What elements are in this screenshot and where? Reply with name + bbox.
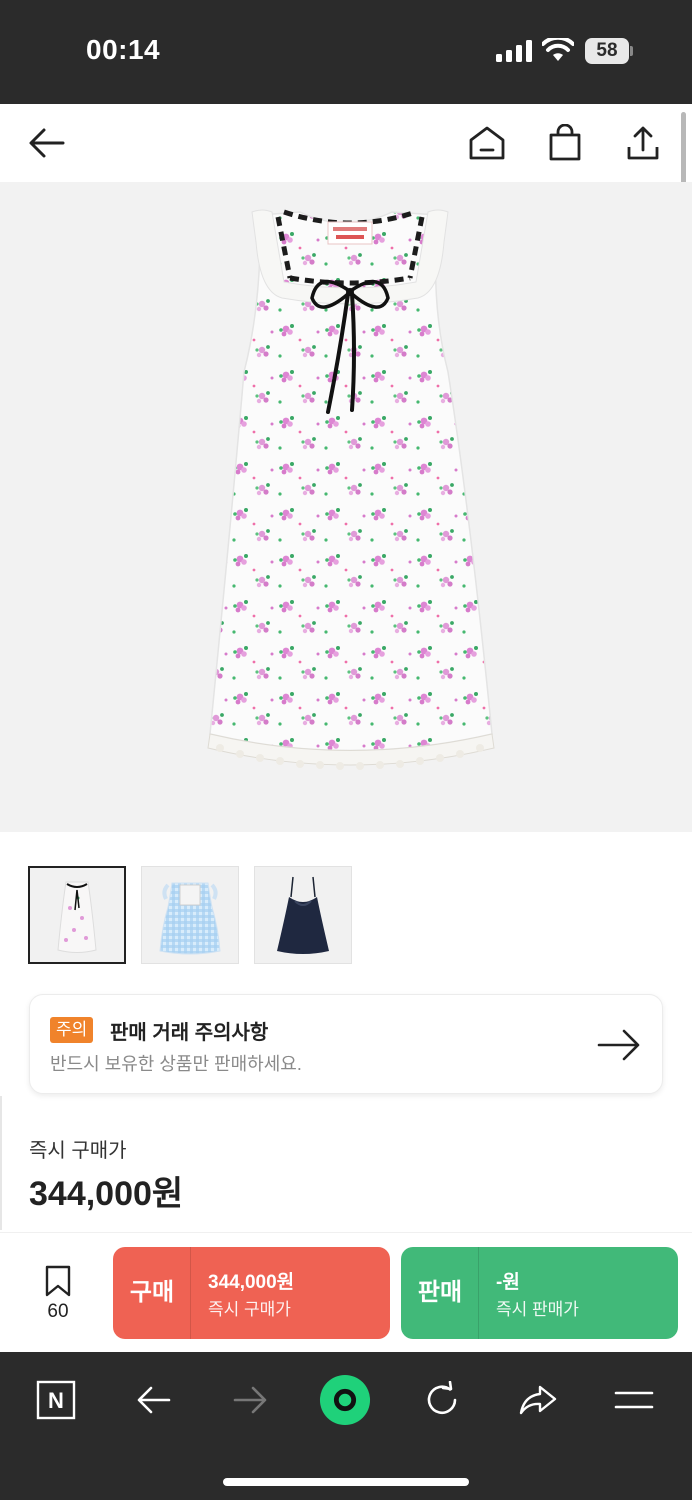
divider	[478, 1247, 479, 1339]
instant-buy-price: 344,000원	[29, 1175, 184, 1213]
top-app-bar	[0, 104, 692, 182]
sell-label: 판매	[417, 1279, 463, 1306]
status-time: 00:14	[86, 34, 161, 65]
thumbnail-item[interactable]	[141, 866, 239, 964]
buy-price: 344,000원	[208, 1272, 295, 1293]
divider	[190, 1247, 191, 1339]
sell-price: -원	[496, 1272, 520, 1293]
cellular-signal-icon	[496, 40, 532, 62]
bookmark-button[interactable]: 60	[28, 1265, 88, 1325]
product-page: 00:14 58 주의 판매 거래 주의사항 반드시 보유한 상품만 판매하세요…	[0, 0, 692, 1500]
dress-illustration	[207, 209, 495, 770]
reload-icon	[427, 1381, 457, 1415]
arrow-left-icon	[29, 128, 65, 158]
naver-n-label: N	[48, 1388, 64, 1413]
cart-button[interactable]	[542, 120, 588, 166]
green-dot-icon	[319, 1374, 371, 1426]
bookmark-icon	[45, 1265, 71, 1297]
sell-price-caption: 즉시 판매가	[496, 1300, 579, 1319]
navy-dress-thumbnail	[277, 876, 329, 954]
bookmark-count: 60	[47, 1301, 69, 1322]
browser-forward-button[interactable]	[224, 1374, 276, 1426]
battery-tip	[630, 46, 633, 56]
divider	[0, 1096, 2, 1230]
share-button[interactable]	[620, 120, 666, 166]
share-icon	[627, 126, 659, 160]
status-bar: 00:14 58	[0, 0, 692, 104]
menu-button[interactable]	[608, 1374, 660, 1426]
battery-indicator: 58	[585, 38, 629, 64]
notice-subtitle: 반드시 보유한 상품만 판매하세요.	[50, 1054, 302, 1074]
buy-label: 구매	[129, 1279, 175, 1306]
share-arrow-icon	[519, 1385, 557, 1415]
home-button[interactable]	[464, 120, 510, 166]
naver-home-button[interactable]: N	[30, 1374, 82, 1426]
bottom-action-bar: 60 구매 344,000원 즉시 구매가 판매 -원 즉시 판매가	[0, 1232, 692, 1352]
thumbnail-item[interactable]	[254, 866, 352, 964]
home-icon	[469, 126, 505, 160]
notice-title: 판매 거래 주의사항	[110, 1022, 269, 1044]
arrow-right-icon	[233, 1386, 267, 1414]
caution-badge: 주의	[50, 1017, 94, 1043]
shopping-bag-icon	[549, 124, 581, 161]
thumbnail-strip	[28, 866, 368, 966]
naver-n-icon: N	[36, 1380, 76, 1420]
gingham-dress-thumbnail	[159, 882, 221, 955]
thumbnail-item[interactable]	[28, 866, 126, 964]
browser-share-button[interactable]	[512, 1374, 564, 1426]
sell-notice-card[interactable]: 주의 판매 거래 주의사항 반드시 보유한 상품만 판매하세요.	[29, 994, 663, 1094]
home-indicator[interactable]	[223, 1478, 469, 1486]
arrow-left-icon	[137, 1386, 171, 1414]
instant-buy-price-label: 즉시 구매가	[29, 1140, 127, 1162]
floral-dress-thumbnail	[57, 881, 97, 953]
back-button[interactable]	[24, 120, 70, 166]
sell-button[interactable]: 판매 -원 즉시 판매가	[401, 1247, 678, 1339]
arrow-right-icon	[597, 1029, 640, 1061]
buy-price-caption: 즉시 구매가	[208, 1300, 291, 1319]
reload-button[interactable]	[416, 1374, 468, 1426]
buy-button[interactable]: 구매 344,000원 즉시 구매가	[113, 1247, 390, 1339]
browser-back-button[interactable]	[128, 1374, 180, 1426]
product-main-image[interactable]	[0, 182, 692, 832]
hamburger-menu-icon	[614, 1391, 654, 1409]
green-dot-button[interactable]	[319, 1374, 371, 1426]
wifi-icon	[542, 38, 574, 61]
